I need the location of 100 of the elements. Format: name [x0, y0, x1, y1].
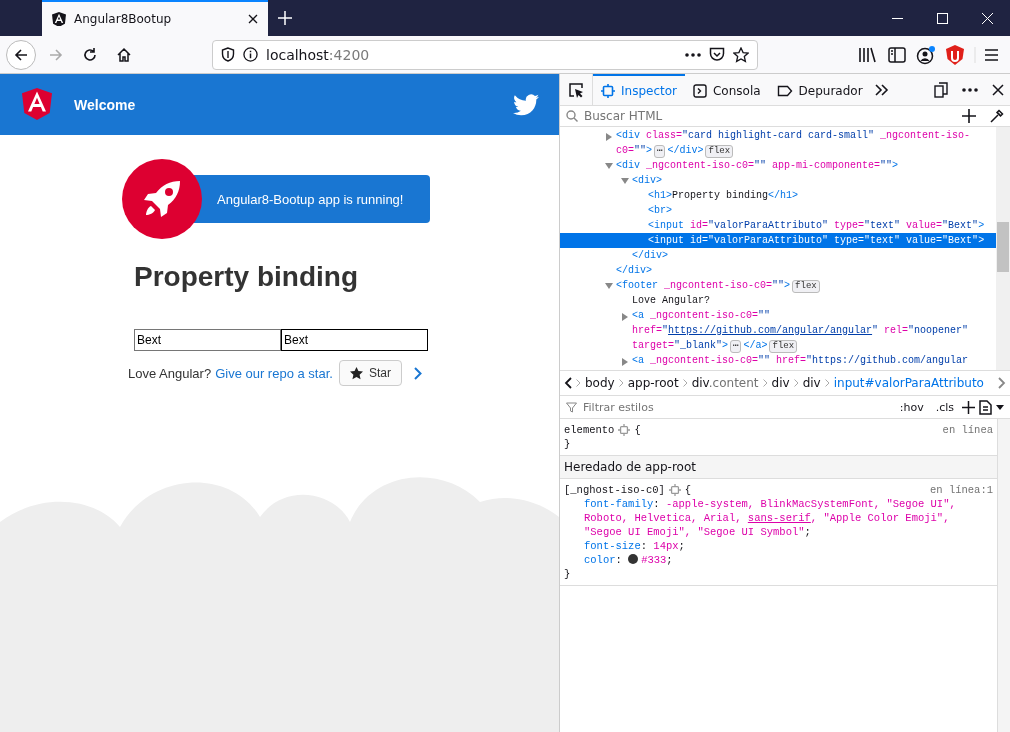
html-closing-tag[interactable]: </div>: [560, 248, 996, 263]
breadcrumb[interactable]: app-root: [627, 376, 679, 390]
rule-source[interactable]: en línea:1: [930, 483, 993, 497]
html-search-field[interactable]: Buscar HTML: [582, 108, 958, 124]
breadcrumb-separator-icon: [793, 379, 799, 387]
chevron-right-icon[interactable]: [413, 366, 422, 380]
info-icon[interactable]: [243, 47, 258, 62]
expanded-triangle-icon[interactable]: [605, 283, 613, 289]
collapsed-content-badge[interactable]: ⋯: [654, 145, 666, 158]
html-node-line[interactable]: <div class="card highlight-card card-small" _ngcontent-iso-c0=""> ⋯ </div> flex: [560, 128, 996, 158]
filter-icon: [566, 401, 577, 413]
add-node-icon[interactable]: [962, 109, 976, 123]
breadcrumb-separator-icon: [618, 379, 624, 387]
more-icon[interactable]: [962, 87, 978, 92]
maximize-icon[interactable]: [937, 12, 948, 24]
document-icon[interactable]: [979, 399, 992, 415]
expanded-triangle-icon[interactable]: [605, 163, 613, 169]
css-declaration[interactable]: color: #333;: [564, 553, 993, 567]
back-button[interactable]: [6, 39, 36, 70]
welcome-title: Welcome: [74, 96, 137, 113]
angular-logo-icon: [22, 88, 52, 121]
html-node-line[interactable]: <a _ngcontent-iso-c0="" href="https://github.com/angular: [560, 353, 996, 368]
html-node-line[interactable]: <div _ngcontent-iso-c0="" app-mi-componente="">: [560, 158, 996, 173]
expanded-triangle-icon[interactable]: [621, 178, 629, 184]
add-rule-icon[interactable]: [962, 400, 975, 414]
target-icon[interactable]: [668, 484, 681, 496]
breadcrumb[interactable]: div: [771, 376, 790, 390]
text-input[interactable]: Bext: [281, 329, 428, 351]
collapsed-triangle-icon[interactable]: [622, 313, 628, 321]
footer-text: Love Angular?: [128, 365, 212, 381]
close-tab-icon[interactable]: [248, 14, 258, 24]
close-window-icon[interactable]: [982, 12, 993, 24]
flex-badge[interactable]: flex: [792, 280, 820, 293]
html-node-line[interactable]: <div>: [560, 173, 996, 188]
style-toggle-button[interactable]: :hov: [895, 400, 928, 414]
inspector-icon: [601, 83, 615, 98]
breadcrumb[interactable]: body: [585, 376, 615, 390]
css-declaration[interactable]: font-family: -apple-system, BlinkMacSystemFont, "Segoe UI", Roboto, Helvetica, Arial, sans-serif, "Apple Color Emoji", "Segoe UI Emoji", "Segoe UI Symbol";: [564, 497, 993, 539]
breadcrumb-separator-icon: [824, 379, 830, 387]
search-icon: [566, 110, 578, 122]
bookmark-star-icon[interactable]: [733, 46, 749, 63]
html-node-line[interactable]: Love Angular?: [560, 293, 996, 308]
breadcrumb[interactable]: div.content: [691, 376, 759, 390]
html-node-line[interactable]: <footer _ngcontent-iso-c0=""> flex: [560, 278, 996, 293]
close-icon[interactable]: [992, 83, 1004, 96]
open-brace: {: [684, 483, 692, 497]
account-icon[interactable]: [916, 44, 936, 65]
chevron-right-icon[interactable]: [998, 377, 1006, 389]
rule-selector[interactable]: [_nghost-iso-c0]: [564, 483, 665, 497]
html-node-line[interactable]: <h1>Property binding</h1>: [560, 188, 996, 203]
library-icon[interactable]: [858, 45, 878, 64]
star-button[interactable]: Star: [338, 360, 402, 386]
collapsed-triangle-icon[interactable]: [606, 133, 612, 141]
inherited-section-header: Heredado de app-root: [560, 456, 997, 479]
flex-badge[interactable]: flex: [769, 340, 798, 353]
devtools-tab[interactable]: Depurador: [768, 74, 871, 105]
breadcrumb-separator-icon: [576, 379, 581, 387]
css-declaration[interactable]: font-size: 14px;: [564, 539, 993, 553]
collapsed-triangle-icon[interactable]: [622, 358, 628, 366]
devtools-tab[interactable]: Inspector: [593, 74, 685, 105]
html-node-line[interactable]: <a _ngcontent-iso-c0="" href="https://github.com/angular/angular" rel="noopener" target="_blank"> ⋯ </a> flex: [560, 308, 996, 353]
html-closing-tag[interactable]: </div>: [560, 263, 996, 278]
sidebar-icon[interactable]: [888, 46, 906, 63]
collapsed-content-badge[interactable]: ⋯: [730, 340, 742, 353]
color-swatch[interactable]: [628, 554, 639, 564]
open-brace: {: [634, 423, 641, 437]
html-node-line[interactable]: <input id="valorParaAttributo" type="text" value="Bext">: [560, 218, 996, 233]
shield-extension-icon[interactable]: [946, 44, 964, 65]
menu-icon[interactable]: [974, 46, 1000, 63]
flex-badge[interactable]: flex: [705, 145, 734, 158]
scrollbar[interactable]: [996, 127, 1010, 370]
target-icon[interactable]: [618, 424, 631, 436]
shield-icon[interactable]: [221, 47, 235, 62]
close-brace: }: [564, 567, 572, 581]
rocket-icon: [142, 179, 182, 219]
breadcrumb[interactable]: div: [802, 376, 821, 390]
chevron-left-icon[interactable]: [564, 377, 572, 389]
html-node-line[interactable]: <br>: [560, 203, 996, 218]
repo-link[interactable]: Give our repo a star.: [215, 365, 333, 381]
console-icon: [693, 83, 707, 98]
devtools-tab[interactable]: Consola: [685, 74, 769, 105]
text-input[interactable]: Bext: [134, 329, 281, 351]
element-picker-icon[interactable]: [568, 81, 584, 98]
close-brace: }: [564, 437, 572, 451]
dropdown-caret-icon[interactable]: [996, 404, 1004, 410]
dock-icon[interactable]: [934, 81, 948, 98]
angular-logo-icon: [52, 11, 66, 27]
rule-source[interactable]: en línea: [942, 423, 993, 437]
address-bar[interactable]: localhost:4200: [212, 39, 758, 70]
twitter-bird-icon[interactable]: [513, 93, 539, 116]
eyedropper-icon[interactable]: [990, 109, 1004, 123]
breadcrumb[interactable]: input#valorParaAttributo: [833, 376, 984, 390]
rule-selector[interactable]: elemento: [564, 423, 615, 437]
browser-tab[interactable]: Angular8Bootup: [42, 0, 268, 36]
more-icon[interactable]: [685, 52, 701, 57]
more-tabs-icon[interactable]: [874, 83, 889, 96]
filter-styles-field[interactable]: Filtrar estilos: [581, 399, 892, 415]
pocket-icon[interactable]: [709, 47, 725, 62]
style-toggle-button[interactable]: .cls: [931, 400, 958, 414]
new-tab-icon[interactable]: [278, 11, 292, 25]
